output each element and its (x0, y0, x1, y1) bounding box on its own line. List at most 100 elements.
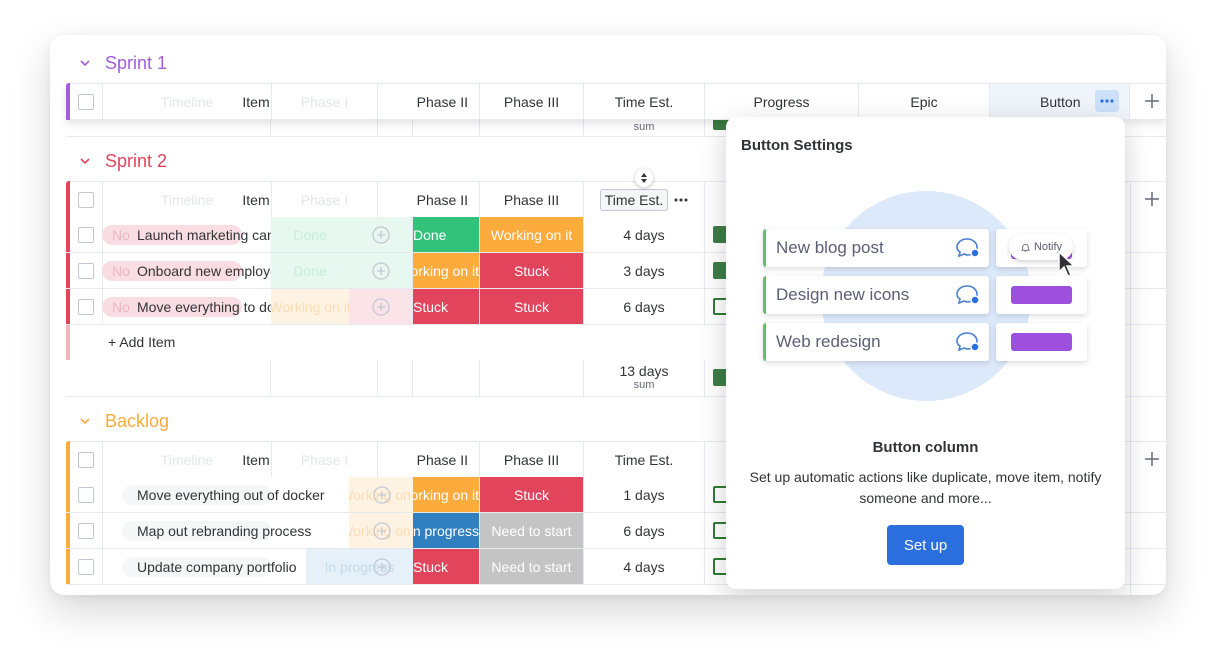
time-est-value[interactable]: 4 days (584, 549, 705, 584)
board: Sprint 1 sum Timeline Item Phase I Phase… (50, 35, 1166, 595)
row-checkbox[interactable] (78, 522, 94, 539)
phase3-status[interactable]: Stuck (480, 289, 584, 324)
phase2-status[interactable]: Working on it (413, 253, 480, 288)
phase2-status[interactable]: Stuck (413, 289, 480, 324)
item-name[interactable]: Map out rebranding process (137, 513, 311, 548)
select-all-checkbox[interactable] (78, 93, 94, 110)
phase1-status[interactable]: Done (271, 253, 349, 288)
chat-bubble-icon (956, 238, 980, 258)
row-checkbox[interactable] (78, 298, 94, 315)
button-settings-popover: Button Settings New blog post Design new… (726, 117, 1125, 589)
row-checkbox[interactable] (78, 486, 94, 503)
add-update-icon[interactable] (372, 485, 392, 505)
sum-value: 13 days (619, 363, 669, 379)
more-dots-icon[interactable] (674, 198, 688, 202)
add-update-icon[interactable] (372, 557, 392, 577)
col-phase1[interactable]: Phase I (271, 182, 378, 217)
col-phase2[interactable]: Phase II (378, 442, 480, 477)
col-time-est-active[interactable]: Time Est. (584, 182, 705, 217)
col-epic[interactable]: Epic (859, 84, 990, 119)
sum-label: sum (633, 379, 655, 391)
add-update-icon[interactable] (372, 521, 392, 541)
more-dots-icon[interactable] (1095, 90, 1119, 112)
add-update-icon[interactable] (371, 225, 391, 245)
row-checkbox[interactable] (78, 262, 94, 279)
phase2-status[interactable]: Done (413, 217, 480, 252)
illustration-card: New blog post (763, 229, 989, 267)
time-est-value[interactable]: 3 days (584, 253, 705, 288)
col-button-header[interactable]: Button (990, 84, 1130, 119)
setup-button[interactable]: Set up (887, 525, 964, 565)
col-phase2[interactable]: Phase II (378, 84, 480, 119)
col-time-est[interactable]: Time Est. (599, 188, 669, 211)
mouse-pointer-icon (1058, 250, 1076, 277)
phase3-status[interactable]: Need to start (480, 549, 584, 584)
group-sprint1-title[interactable]: Sprint 1 (105, 53, 167, 74)
popover-title: Button Settings (741, 137, 853, 154)
phase2-status[interactable]: Stuck (413, 549, 480, 584)
timeline-value: No (112, 298, 130, 315)
illustration-card-label: Web redesign (776, 332, 881, 351)
sum-label: sum (633, 121, 655, 133)
col-phase2[interactable]: Phase II (378, 182, 480, 217)
select-all-checkbox[interactable] (78, 451, 94, 468)
phase3-status[interactable]: Stuck (480, 253, 584, 288)
col-phase3[interactable]: Phase III (480, 84, 584, 119)
illustration-card-label: New blog post (776, 238, 884, 257)
group-backlog-title[interactable]: Backlog (105, 411, 169, 432)
phase1-status[interactable]: Done (271, 217, 349, 252)
col-time-est[interactable]: Time Est. (584, 84, 705, 119)
col-phase3[interactable]: Phase III (480, 442, 584, 477)
chat-bubble-icon (956, 285, 980, 305)
select-all-checkbox[interactable] (78, 191, 94, 208)
popover-description: Set up automatic actions like duplicate,… (749, 469, 1102, 506)
group-sprint2-header[interactable]: Sprint 2 (78, 148, 167, 174)
sort-icon[interactable] (635, 169, 653, 187)
add-column-plus-icon[interactable] (1142, 189, 1162, 209)
time-est-value[interactable]: 4 days (584, 217, 705, 252)
phase3-status[interactable]: Need to start (480, 513, 584, 548)
phase3-status[interactable]: Stuck (480, 477, 584, 512)
item-name[interactable]: Update company portfolio (137, 549, 297, 584)
group-sprint2-title[interactable]: Sprint 2 (105, 151, 167, 172)
time-est-value[interactable]: 1 days (584, 477, 705, 512)
chevron-down-icon[interactable] (78, 414, 92, 428)
phase2-status[interactable]: In progress (413, 513, 480, 548)
chevron-down-icon[interactable] (78, 154, 92, 168)
add-update-icon[interactable] (371, 261, 391, 281)
row-checkbox[interactable] (78, 558, 94, 575)
item-name[interactable]: Move everything out of docker (137, 477, 325, 512)
illustration-button-card (996, 323, 1087, 361)
add-item-button[interactable]: + Add Item (108, 334, 175, 350)
col-phase3[interactable]: Phase III (480, 182, 584, 217)
illustration-card: Web redesign (763, 323, 989, 361)
chevron-down-icon[interactable] (78, 56, 92, 70)
col-time-est[interactable]: Time Est. (584, 442, 705, 477)
time-est-value[interactable]: 6 days (584, 289, 705, 324)
add-update-icon[interactable] (371, 297, 391, 317)
illustration-button-card (996, 276, 1087, 314)
timeline-value: No (112, 262, 130, 279)
sprint1-column-header: Timeline Item Phase I Phase II Phase III… (66, 83, 1166, 120)
time-est-value[interactable]: 6 days (584, 513, 705, 548)
phase1-status[interactable]: In progress (306, 549, 413, 584)
popover-heading: Button column (872, 439, 979, 456)
phase3-status[interactable]: Working on it (480, 217, 584, 252)
col-button[interactable]: Button (1040, 94, 1080, 110)
illustration-card-label: Design new icons (776, 285, 910, 304)
group-sprint1-header[interactable]: Sprint 1 (78, 50, 167, 76)
chat-bubble-icon (956, 332, 980, 352)
phase1-status[interactable]: Working on it (271, 289, 349, 324)
row-checkbox[interactable] (78, 226, 94, 243)
phase2-status[interactable]: Working on it (413, 477, 480, 512)
col-phase1[interactable]: Phase I (271, 442, 378, 477)
timeline-value: No (112, 226, 130, 243)
add-column-plus-icon[interactable] (1142, 449, 1162, 469)
item-name[interactable]: Onboard new employees (137, 253, 293, 288)
group-backlog-header[interactable]: Backlog (78, 408, 169, 434)
col-phase1[interactable]: Phase I (271, 84, 378, 119)
illustration-card: Design new icons (763, 276, 989, 314)
col-progress[interactable]: Progress (705, 84, 859, 119)
add-column-plus-icon[interactable] (1142, 91, 1162, 111)
bell-icon (1020, 243, 1031, 252)
